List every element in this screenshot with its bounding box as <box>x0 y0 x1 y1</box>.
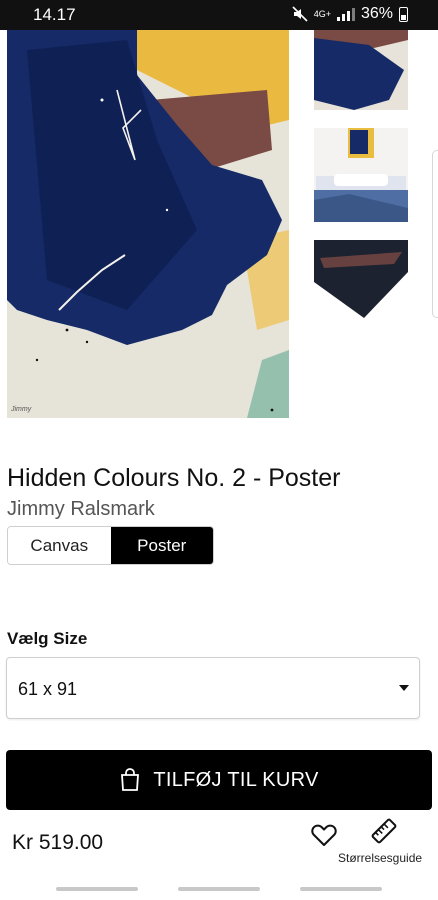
size-label: Vælg Size <box>7 629 88 648</box>
battery-icon <box>399 6 408 22</box>
add-to-cart-label: TILFØJ TIL KURV <box>153 768 319 791</box>
product-thumbnail-1[interactable] <box>314 30 408 110</box>
product-main-image[interactable]: Jimmy <box>7 30 289 418</box>
status-icons: 4G+ 36% <box>292 5 408 23</box>
nav-home[interactable] <box>178 887 260 891</box>
ruler-icon[interactable] <box>370 817 398 845</box>
format-toggle: Canvas Poster <box>7 526 214 565</box>
size-selected-value: 61 x 91 <box>18 679 78 699</box>
battery-percent: 36% <box>360 5 393 22</box>
product-thumbnail-3[interactable] <box>314 240 408 322</box>
caret-down-icon <box>399 685 409 691</box>
status-time: 14.17 <box>33 5 76 24</box>
add-to-cart-button[interactable]: TILFØJ TIL KURV <box>6 750 432 810</box>
status-bar: 14.17 4G+ 36% <box>0 0 438 30</box>
size-select[interactable]: 61 x 91 <box>6 657 420 719</box>
signal-icon <box>336 7 355 21</box>
network-type: 4G+ <box>313 8 331 19</box>
product-artist[interactable]: Jimmy Ralsmark <box>7 498 155 521</box>
mute-icon <box>292 6 308 22</box>
shopping-bag-icon <box>121 768 140 791</box>
size-guide-link[interactable]: Størrelsesguide <box>338 851 422 865</box>
nav-recent-apps[interactable] <box>56 887 138 891</box>
product-thumbnail-2[interactable] <box>314 128 408 222</box>
heart-icon[interactable] <box>310 822 338 848</box>
format-canvas-button[interactable]: Canvas <box>8 527 111 564</box>
format-poster-button[interactable]: Poster <box>110 527 213 564</box>
product-title: Hidden Colours No. 2 - Poster <box>7 464 341 492</box>
nav-back[interactable] <box>300 887 382 891</box>
side-panel-edge[interactable] <box>432 150 438 318</box>
artist-signature: Jimmy <box>11 406 32 413</box>
product-price: Kr 519.00 <box>12 831 104 854</box>
